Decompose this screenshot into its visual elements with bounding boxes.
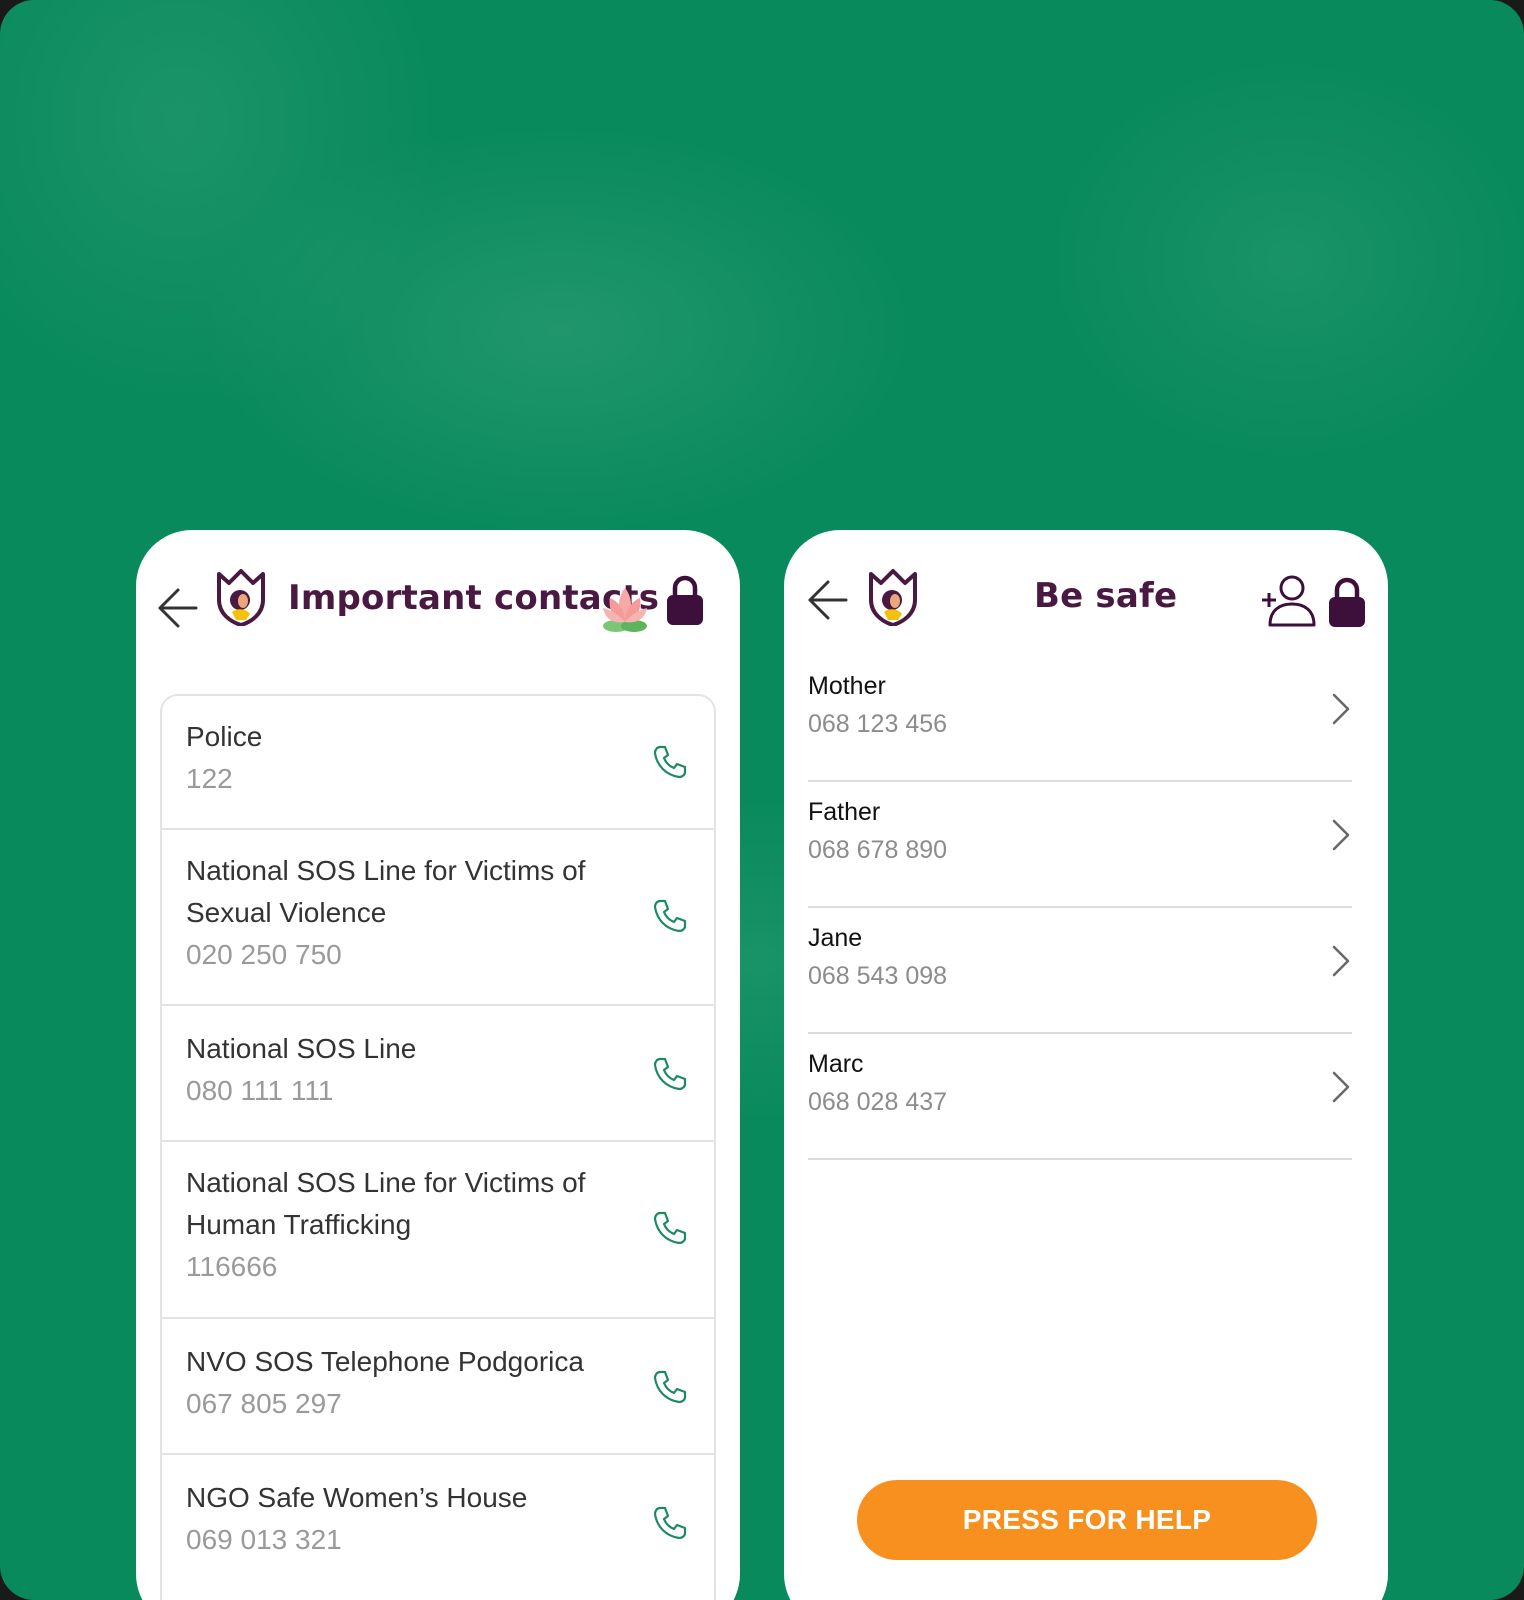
lock-icon[interactable] [666, 574, 704, 626]
contact-number: 020 250 750 [186, 939, 342, 970]
person-number: 068 543 098 [808, 962, 948, 990]
contact-name: NGO Safe Women’s House [186, 1482, 528, 1513]
contacts-card: Police 122 National SOS Line for Victims… [160, 694, 716, 1600]
contact-name: Police [186, 721, 263, 752]
contact-name: National SOS Line [186, 1033, 417, 1064]
list-item[interactable]: Jane 068 543 098 [808, 908, 1352, 1034]
person-number: 068 678 890 [808, 836, 948, 864]
add-person-icon[interactable] [1260, 574, 1316, 628]
list-item[interactable]: National SOS Line for Victims of Sexual … [162, 830, 714, 1006]
chevron-right-icon [1332, 693, 1350, 725]
list-item[interactable]: National SOS Line for Victims of Human T… [162, 1142, 714, 1319]
list-item[interactable]: Police 122 [162, 696, 714, 830]
top-bar: Important contacts [136, 530, 740, 650]
back-arrow-icon[interactable] [156, 586, 200, 630]
phone-call-icon[interactable] [652, 1505, 688, 1541]
important-contacts-screen: Important contacts Police 122 National S… [136, 530, 740, 1600]
contact-number: 122 [186, 763, 233, 794]
background: Important contacts Police 122 National S… [0, 0, 1524, 1600]
list-item[interactable]: Marc 068 028 437 [808, 1034, 1352, 1160]
contact-name: NVO SOS Telephone Podgorica [186, 1346, 584, 1377]
page-title: Be safe [1034, 576, 1178, 616]
phone-call-icon[interactable] [652, 1056, 688, 1092]
chevron-right-icon [1332, 1071, 1350, 1103]
lotus-icon [603, 588, 647, 632]
contact-number: 080 111 111 [186, 1075, 334, 1106]
contact-name: National SOS Line for Victims of Human T… [186, 1167, 586, 1240]
app-logo-icon [869, 569, 917, 626]
be-safe-screen: Be safe Mother 068 123 456 Father 068 67… [784, 530, 1388, 1600]
chevron-right-icon [1332, 819, 1350, 851]
contact-number: 116666 [186, 1251, 278, 1282]
person-number: 068 123 456 [808, 710, 948, 738]
top-bar: Be safe [784, 530, 1388, 650]
list-item[interactable]: Father 068 678 890 [808, 782, 1352, 908]
phone-call-icon[interactable] [652, 1210, 688, 1246]
app-logo-icon [217, 569, 265, 626]
list-item[interactable]: National SOS Line 080 111 111 [162, 1006, 714, 1142]
person-name: Mother [808, 672, 886, 700]
contact-number: 069 013 321 [186, 1524, 342, 1555]
phone-call-icon[interactable] [652, 744, 688, 780]
person-name: Marc [808, 1050, 864, 1078]
phone-call-icon[interactable] [652, 898, 688, 934]
contact-name: National SOS Line for Victims of Sexual … [186, 855, 586, 928]
press-for-help-button[interactable]: PRESS FOR HELP [857, 1480, 1317, 1560]
list-item[interactable]: NVO SOS Telephone Podgorica 067 805 297 [162, 1319, 714, 1455]
back-arrow-icon[interactable] [806, 578, 850, 622]
list-item[interactable]: Mother 068 123 456 [808, 656, 1352, 782]
list-item[interactable]: NGO Safe Women’s House 069 013 321 [162, 1455, 714, 1591]
chevron-right-icon [1332, 945, 1350, 977]
person-number: 068 028 437 [808, 1088, 948, 1116]
person-name: Jane [808, 924, 863, 952]
contact-number: 067 805 297 [186, 1388, 342, 1419]
person-name: Father [808, 798, 881, 826]
lock-icon[interactable] [1328, 576, 1366, 628]
phone-call-icon[interactable] [652, 1369, 688, 1405]
